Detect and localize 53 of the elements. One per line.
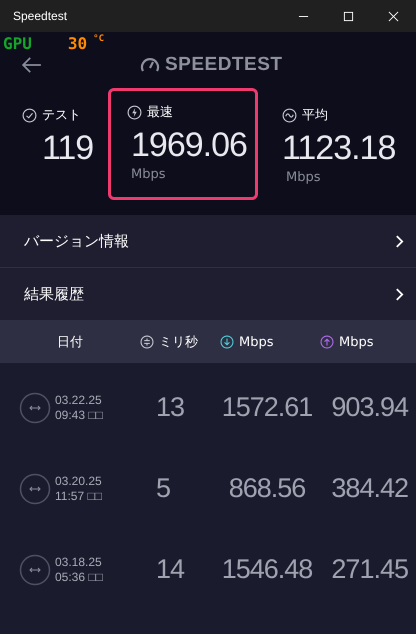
upload-value: 903.94 [330,392,410,423]
upload-value: 384.42 [330,473,409,504]
close-icon[interactable] [388,10,399,22]
upload-value: 271.45 [330,554,409,585]
stat-value: 1969.06 [130,125,248,166]
download-icon [220,335,234,349]
column-header: ミリ秒 [159,334,198,351]
connection-circle-icon [19,392,51,424]
result-time: 05:36 □□ [55,570,103,584]
column-header: Mbps [239,334,274,350]
upload-icon [320,335,334,349]
result-date: 03.22.25 [55,392,103,408]
result-time: 09:43 □□ [55,408,103,422]
gpu-temperature: 30 [68,34,88,53]
download-value: 1546.48 [220,554,314,585]
result-date: 03.20.25 [55,474,102,488]
result-row[interactable]: 03.22.25 09:43 □□ 13 1572.61 903.94 [0,367,416,448]
ping-value: 14 [155,554,186,585]
connection-circle-icon [19,472,51,504]
stat-card[interactable]: 平均 1123.18 Mbps [276,94,416,200]
check-circle-icon [22,108,37,122]
download-value: 1572.61 [220,392,314,423]
connection-circle-icon [19,554,51,586]
stat-card[interactable]: テスト 119 [22,94,110,200]
ping-value: 13 [155,392,186,423]
lightning-circle-icon [127,104,142,120]
wave-circle-icon [282,108,297,122]
window-title: Speedtest [13,9,68,23]
column-header: Mbps [339,334,374,350]
speedtest-logo: SPEEDTEST [165,54,282,76]
stat-label: 平均 [302,107,328,124]
maximize-icon[interactable] [343,10,354,22]
column-header: 日付 [57,334,83,351]
stat-label: 最速 [147,104,173,121]
highlighted-stat-card[interactable]: 最速 1969.06 Mbps [108,88,258,200]
back-arrow-icon[interactable] [22,57,42,73]
stat-value: 119 [41,128,94,169]
result-time: 11:57 □□ [55,488,102,504]
ping-icon [140,335,154,349]
stat-value: 1123.18 [282,128,396,169]
chevron-right-icon [395,286,404,302]
gpu-label: GPU [3,34,32,53]
stat-unit: Mbps [130,167,166,182]
stat-unit: Mbps [285,170,322,185]
download-value: 868.56 [228,473,306,504]
result-date: 03.18.25 [55,554,103,570]
result-row[interactable]: 03.20.25 11:57 □□ 5 868.56 384.42 [0,448,416,529]
ping-value: 5 [155,473,172,504]
stat-label: テスト [42,107,81,124]
result-row[interactable]: 03.18.25 05:36 □□ 14 1546.48 271.45 [0,529,416,610]
chevron-right-icon [395,234,404,248]
menu-item[interactable]: バージョン情報 [0,215,416,268]
temperature-unit: °C [93,34,104,44]
